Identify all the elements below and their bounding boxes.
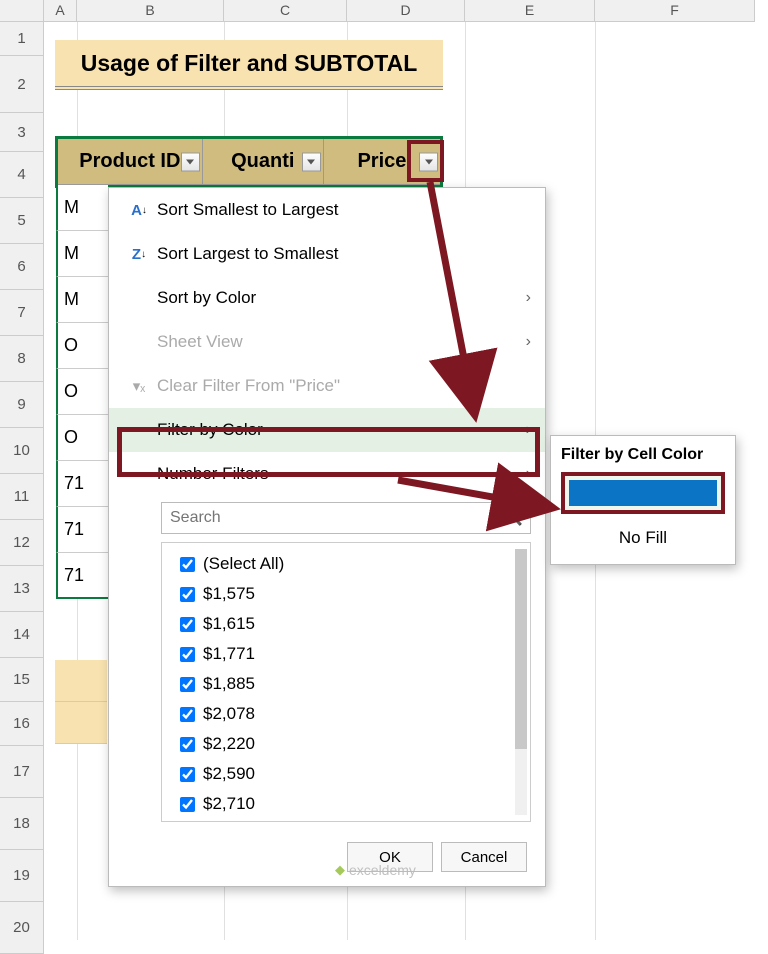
checkbox[interactable]	[180, 557, 195, 572]
table-peek-column: M M M O O O 71 71 71	[56, 185, 108, 599]
row-header[interactable]: 3	[0, 113, 44, 152]
filter-check-item[interactable]: (Select All)	[166, 549, 526, 579]
filter-by-cell-color-submenu: Filter by Cell Color No Fill	[550, 435, 736, 565]
row-header[interactable]: 14	[0, 612, 44, 658]
col-header-C[interactable]: C	[224, 0, 347, 22]
row-header[interactable]: 11	[0, 474, 44, 520]
color-swatch	[569, 480, 717, 506]
row-header[interactable]: 18	[0, 798, 44, 850]
table-cell[interactable]: M	[56, 185, 108, 231]
filter-check-item[interactable]: $1,615	[166, 609, 526, 639]
watermark: exceldemy	[335, 862, 416, 878]
checkbox[interactable]	[180, 707, 195, 722]
filter-check-item[interactable]: $2,078	[166, 699, 526, 729]
sort-asc-icon: A↓	[121, 202, 157, 219]
col-header-E[interactable]: E	[465, 0, 595, 22]
filter-check-item[interactable]: $1,575	[166, 579, 526, 609]
row-header[interactable]: 10	[0, 428, 44, 474]
table-cell[interactable]: 71	[56, 461, 108, 507]
row-headers: 1 2 3 4 5 6 7 8 9 10 11 12 13 14 15 16 1…	[0, 22, 44, 954]
submenu-title: Filter by Cell Color	[561, 446, 725, 464]
row-header[interactable]: 5	[0, 198, 44, 244]
row-header[interactable]: 7	[0, 290, 44, 336]
chevron-right-icon: ›	[526, 421, 531, 439]
check-label: $2,078	[203, 704, 255, 724]
funnel-clear-icon: ▾ₓ	[121, 377, 157, 395]
column-headers-row: A B C D E F	[0, 0, 755, 22]
col-header-D[interactable]: D	[347, 0, 465, 22]
cancel-button[interactable]: Cancel	[441, 842, 527, 872]
annotation-arrow	[420, 176, 500, 436]
page-title: Usage of Filter and SUBTOTAL	[55, 40, 443, 90]
filter-dropdown-button[interactable]	[181, 152, 200, 171]
color-swatch-option[interactable]	[561, 472, 725, 514]
table-cell[interactable]: O	[56, 369, 108, 415]
header-label: Price	[357, 150, 406, 173]
filter-check-item[interactable]: $1,885	[166, 669, 526, 699]
col-header-A[interactable]: A	[44, 0, 77, 22]
col-header-B[interactable]: B	[77, 0, 224, 22]
table-cell[interactable]: O	[56, 323, 108, 369]
row-header[interactable]: 1	[0, 22, 44, 56]
row-header[interactable]: 20	[0, 902, 44, 954]
checkbox[interactable]	[180, 797, 195, 812]
sort-desc-icon: Z↓	[121, 246, 157, 263]
row-header[interactable]: 2	[0, 56, 44, 113]
checkbox[interactable]	[180, 647, 195, 662]
row-header[interactable]: 4	[0, 152, 44, 198]
table-cell[interactable]: M	[56, 231, 108, 277]
summary-cell[interactable]	[55, 660, 107, 702]
checkbox[interactable]	[180, 737, 195, 752]
header-product-id: Product ID	[58, 139, 203, 184]
data-table: Product ID Quanti Price	[55, 136, 443, 188]
checkbox[interactable]	[180, 617, 195, 632]
chevron-right-icon: ›	[526, 289, 531, 307]
row-header[interactable]: 15	[0, 658, 44, 702]
check-label: $2,710	[203, 794, 255, 814]
row-header[interactable]: 8	[0, 336, 44, 382]
no-fill-option[interactable]: No Fill	[561, 524, 725, 552]
row-header[interactable]: 9	[0, 382, 44, 428]
header-label: Product ID	[79, 150, 180, 173]
filter-check-item[interactable]: $2,050	[166, 819, 526, 822]
check-label: $1,885	[203, 674, 255, 694]
check-label: $1,615	[203, 614, 255, 634]
checkbox[interactable]	[180, 677, 195, 692]
summary-cell[interactable]	[55, 702, 107, 744]
row-header[interactable]: 19	[0, 850, 44, 902]
table-cell[interactable]: 71	[56, 553, 108, 599]
filter-dropdown-button[interactable]	[302, 152, 321, 171]
filter-check-item[interactable]: $2,220	[166, 729, 526, 759]
annotation-arrow	[392, 470, 572, 530]
select-all-corner[interactable]	[0, 0, 44, 22]
row-header[interactable]: 17	[0, 746, 44, 798]
row-header[interactable]: 13	[0, 566, 44, 612]
filter-check-item[interactable]: $2,710	[166, 789, 526, 819]
header-quantity: Quanti	[203, 139, 324, 184]
table-cell[interactable]: M	[56, 277, 108, 323]
row-header[interactable]: 12	[0, 520, 44, 566]
filter-values-list[interactable]: (Select All) $1,575 $1,615 $1,771 $1,885…	[161, 542, 531, 822]
table-cell[interactable]: 71	[56, 507, 108, 553]
row-header[interactable]: 16	[0, 702, 44, 746]
check-label: $1,771	[203, 644, 255, 664]
chevron-right-icon: ›	[526, 333, 531, 351]
check-label: $1,575	[203, 584, 255, 604]
row-header[interactable]: 6	[0, 244, 44, 290]
filter-check-item[interactable]: $2,590	[166, 759, 526, 789]
checkbox[interactable]	[180, 587, 195, 602]
check-label: $2,220	[203, 734, 255, 754]
checkbox[interactable]	[180, 767, 195, 782]
filter-check-item[interactable]: $1,771	[166, 639, 526, 669]
check-label: $2,590	[203, 764, 255, 784]
header-label: Quanti	[231, 150, 294, 173]
table-cell[interactable]: O	[56, 415, 108, 461]
scrollbar-thumb[interactable]	[515, 549, 527, 749]
col-header-F[interactable]: F	[595, 0, 755, 22]
watermark-text: exceldemy	[349, 862, 416, 878]
check-label: (Select All)	[203, 554, 284, 574]
